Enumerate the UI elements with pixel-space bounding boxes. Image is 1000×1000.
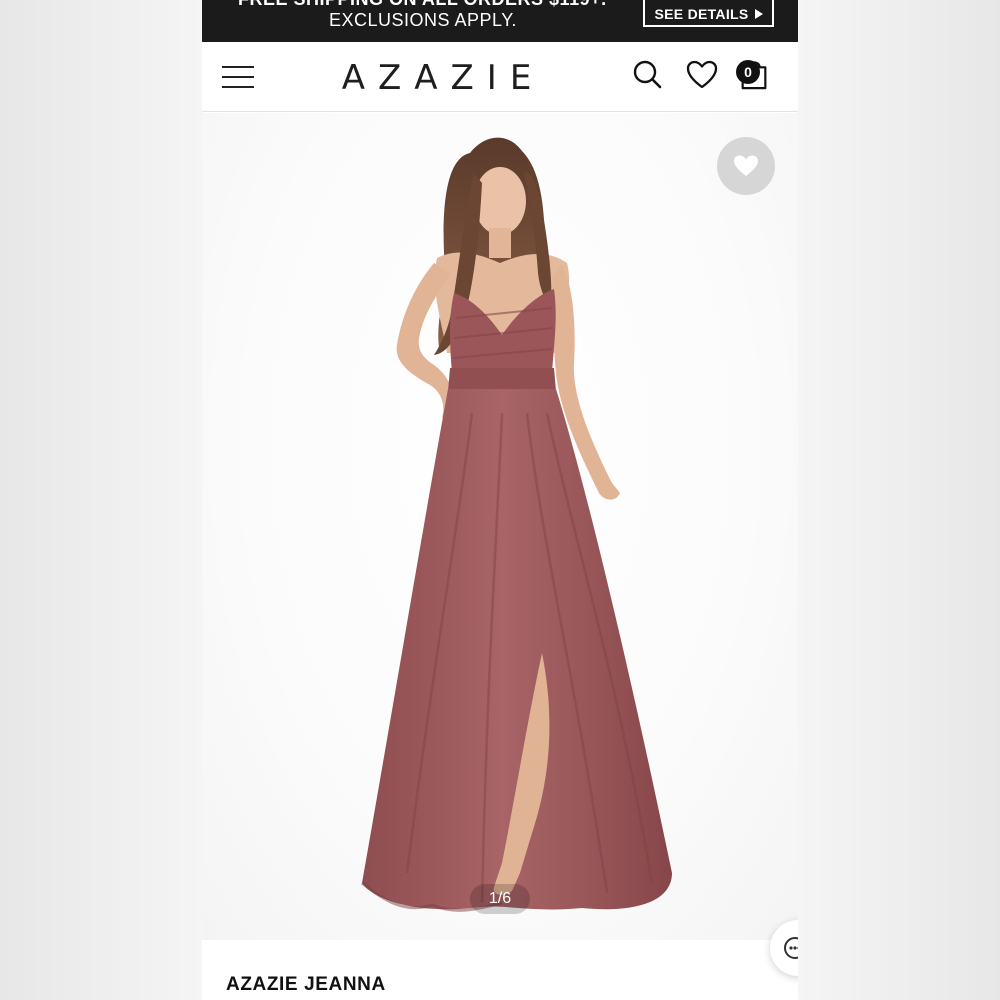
promo-banner: FREE SHIPPING ON ALL ORDERS $119+. EXCLU… bbox=[202, 0, 798, 42]
product-title: AZAZIE JEANNA bbox=[226, 974, 386, 995]
background-left bbox=[0, 0, 202, 1000]
add-to-wishlist-button[interactable] bbox=[717, 137, 775, 195]
menu-icon[interactable] bbox=[222, 64, 254, 90]
see-details-label: SEE DETAILS bbox=[654, 5, 749, 22]
image-counter: 1/6 bbox=[470, 884, 530, 914]
cart-count-badge: 0 bbox=[736, 60, 760, 84]
wishlist-heart-icon[interactable] bbox=[685, 58, 719, 92]
promo-text-line1: FREE SHIPPING ON ALL ORDERS $119+. bbox=[238, 0, 658, 10]
chat-icon bbox=[784, 937, 798, 959]
background-right bbox=[798, 0, 1000, 1000]
product-image[interactable]: 1/6 bbox=[202, 113, 798, 940]
dress-photo bbox=[361, 137, 672, 912]
see-details-button[interactable]: SEE DETAILS bbox=[643, 0, 774, 27]
site-header: AZAZIE 0 bbox=[202, 42, 798, 112]
product-info: AZAZIE JEANNA bbox=[202, 920, 798, 1000]
phone-screen: FREE SHIPPING ON ALL ORDERS $119+. EXCLU… bbox=[202, 0, 798, 1000]
play-arrow-icon bbox=[754, 8, 763, 19]
promo-text-line2: EXCLUSIONS APPLY. bbox=[329, 10, 517, 30]
brand-logo[interactable]: AZAZIE bbox=[330, 58, 556, 98]
heart-icon bbox=[734, 155, 758, 176]
search-icon[interactable] bbox=[631, 58, 665, 92]
